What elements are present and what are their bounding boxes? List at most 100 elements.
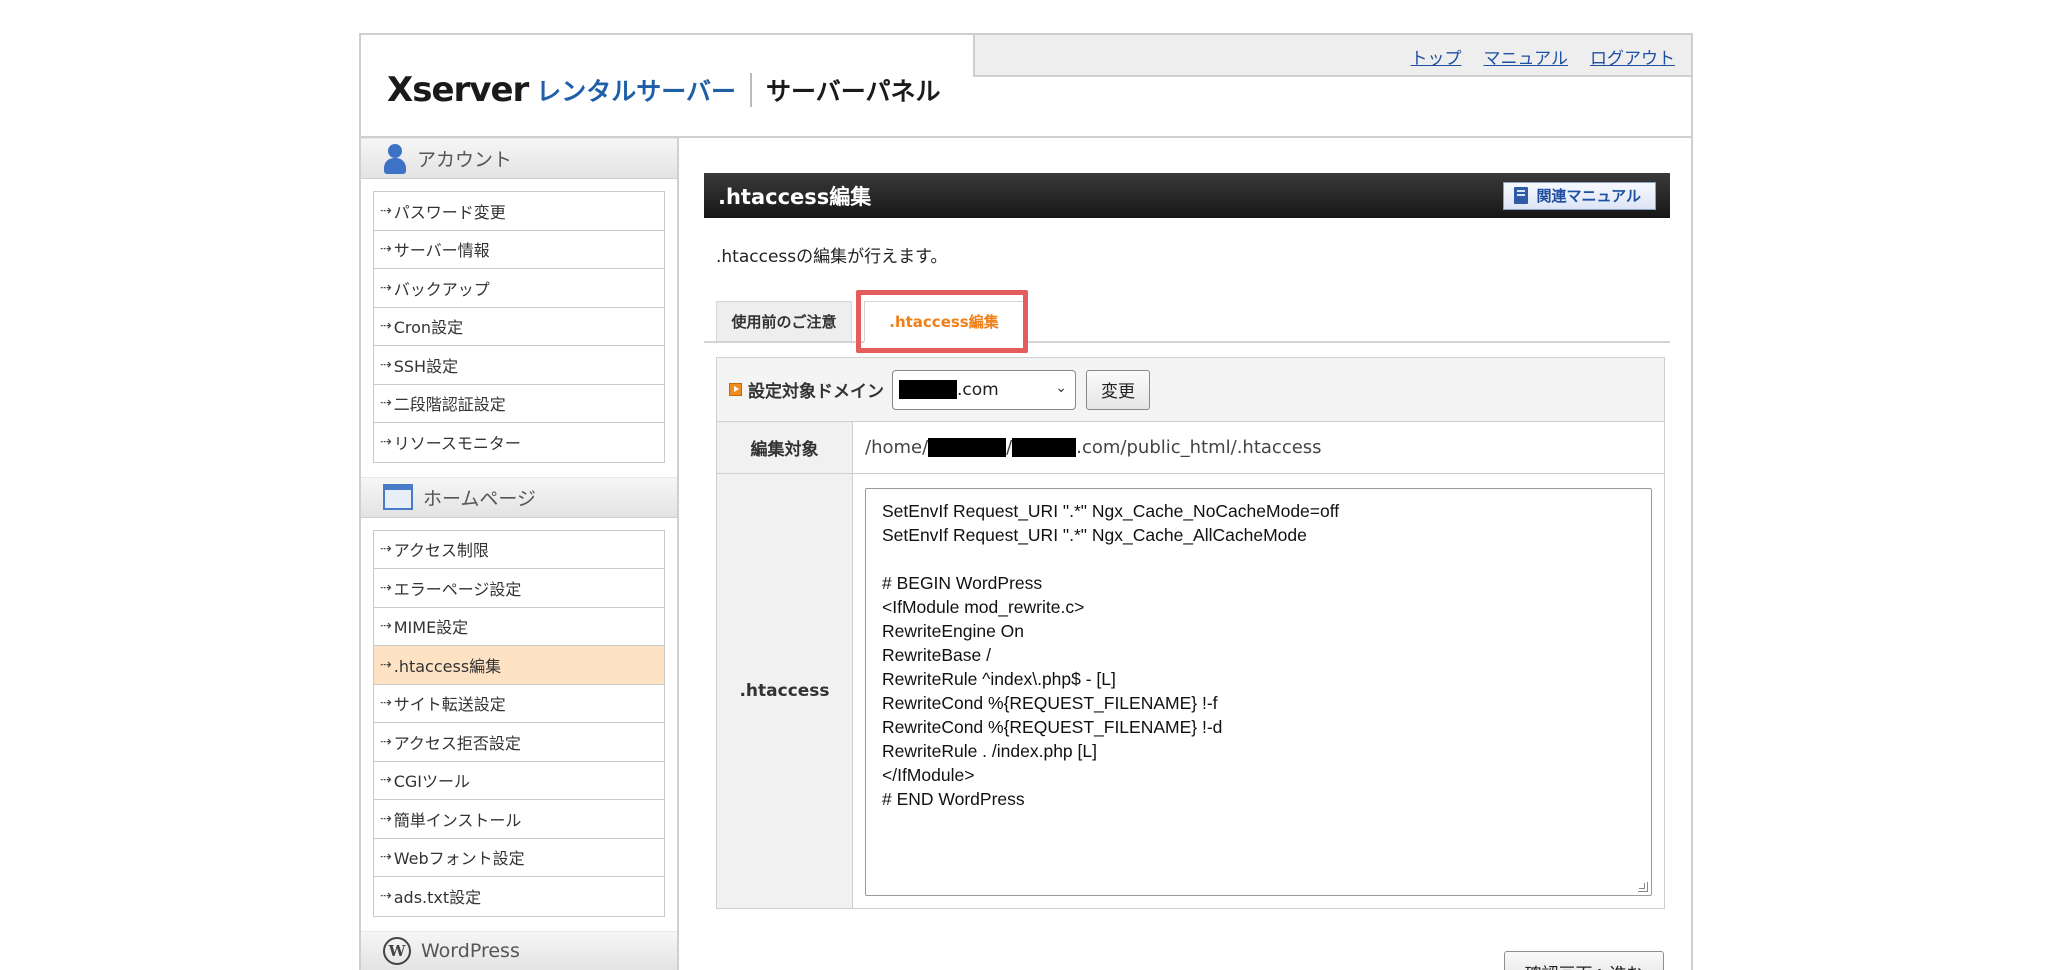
code-line: RewriteCond %{REQUEST_FILENAME} !-f bbox=[882, 693, 1218, 713]
sidebar-item-password[interactable]: ⇢ パスワード変更 bbox=[374, 192, 664, 231]
page-icon bbox=[383, 484, 413, 510]
sidebar-item-error-page[interactable]: ⇢ エラーページ設定 bbox=[374, 569, 664, 608]
sidebar-item-label: CGIツール bbox=[393, 772, 471, 792]
code-line: </IfModule> bbox=[882, 765, 975, 785]
related-manual-label: 関連マニュアル bbox=[1536, 187, 1641, 205]
sidebar-item-label: サイト転送設定 bbox=[393, 695, 506, 715]
sidebar-item-backup[interactable]: ⇢ バックアップ bbox=[374, 269, 664, 308]
path-row: 編集対象 /home/ / .com/public_html/.htaccess bbox=[717, 422, 1664, 474]
htaccess-textarea[interactable]: SetEnvIf Request_URI ".*" Ngx_Cache_NoCa… bbox=[865, 488, 1652, 896]
arrow-icon: ⇢ bbox=[380, 356, 392, 373]
sidebar-item-cron[interactable]: ⇢ Cron設定 bbox=[374, 307, 664, 346]
htaccess-label: .htaccess bbox=[717, 474, 853, 908]
section-title: ホームページ bbox=[423, 487, 537, 510]
book-icon bbox=[1514, 187, 1529, 204]
nav-link-top[interactable]: トップ bbox=[1411, 44, 1462, 69]
sidebar-item-access-limit[interactable]: ⇢ アクセス制限 bbox=[374, 530, 664, 569]
change-button[interactable]: 変更 bbox=[1086, 369, 1150, 410]
xserver-logo[interactable]: Xserver レンタルサーバー サーバーパネル bbox=[387, 65, 941, 115]
tab-bar: 使用前のご注意 .htaccess編集 bbox=[704, 290, 1670, 353]
header: Xserver レンタルサーバー サーバーパネル トップ マニュアル ログアウト bbox=[361, 35, 1691, 138]
sidebar-item-label: バックアップ bbox=[393, 279, 490, 299]
sidebar-item-label: アクセス制限 bbox=[393, 541, 489, 561]
sidebar-section-homepage: ホームページ bbox=[361, 476, 677, 518]
arrow-icon: ⇢ bbox=[380, 849, 392, 866]
sidebar-item-htaccess[interactable]: ⇢ .htaccess編集 bbox=[374, 646, 664, 685]
arrow-icon: ⇢ bbox=[380, 279, 392, 296]
sidebar-item-2fa[interactable]: ⇢ 二段階認証設定 bbox=[374, 384, 664, 423]
domain-label: 設定対象ドメイン bbox=[748, 382, 884, 402]
sidebar-item-resource-monitor[interactable]: ⇢ リソースモニター bbox=[374, 423, 664, 462]
code-line: SetEnvIf Request_URI ".*" Ngx_Cache_AllC… bbox=[882, 525, 1307, 545]
tab-htaccess-edit[interactable]: .htaccess編集 bbox=[864, 301, 1024, 343]
sidebar-section-wordpress: W WordPress bbox=[361, 930, 677, 970]
redacted-block bbox=[899, 380, 957, 399]
page-description: .htaccessの編集が行えます。 bbox=[716, 247, 948, 267]
htaccess-row: .htaccess SetEnvIf Request_URI ".*" Ngx_… bbox=[717, 474, 1664, 908]
sidebar-item-web-font[interactable]: ⇢ Webフォント設定 bbox=[374, 838, 664, 877]
redacted-block bbox=[1012, 438, 1077, 457]
sidebar-item-label: MIME設定 bbox=[393, 618, 469, 638]
sidebar-item-label: .htaccess編集 bbox=[393, 656, 502, 676]
domain-select[interactable]: .com ⌄ bbox=[892, 369, 1076, 410]
sidebar-section-account: アカウント bbox=[361, 138, 677, 179]
arrow-icon: ⇢ bbox=[380, 202, 392, 219]
confirm-button[interactable]: 確認画面へ進む bbox=[1504, 951, 1664, 970]
code-line: # END WordPress bbox=[882, 789, 1025, 809]
orange-arrow-icon bbox=[729, 383, 742, 396]
wordpress-icon: W bbox=[383, 937, 411, 965]
sidebar-item-ads-txt[interactable]: ⇢ ads.txt設定 bbox=[374, 877, 664, 916]
arrow-icon: ⇢ bbox=[380, 888, 392, 905]
sidebar-item-label: リソースモニター bbox=[393, 434, 521, 454]
arrow-icon: ⇢ bbox=[380, 733, 392, 750]
sidebar-item-access-deny[interactable]: ⇢ アクセス拒否設定 bbox=[374, 723, 664, 762]
logo-main: Xserver bbox=[387, 70, 529, 110]
domain-select-value: .com bbox=[957, 379, 999, 400]
arrow-icon: ⇢ bbox=[380, 579, 392, 596]
page-title: .htaccess編集 bbox=[718, 184, 872, 209]
domain-row: 設定対象ドメイン .com ⌄ 変更 bbox=[717, 358, 1664, 422]
code-line: RewriteBase / bbox=[882, 645, 991, 665]
resize-grip-icon[interactable] bbox=[1638, 882, 1648, 892]
sidebar-item-easy-install[interactable]: ⇢ 簡単インストール bbox=[374, 800, 664, 839]
edit-panel: 設定対象ドメイン .com ⌄ 変更 編集対象 /home/ / .com/pu… bbox=[716, 357, 1665, 909]
section-title: アカウント bbox=[417, 149, 513, 171]
top-nav: トップ マニュアル ログアウト bbox=[973, 35, 1691, 77]
sidebar-item-ssh[interactable]: ⇢ SSH設定 bbox=[374, 346, 664, 385]
code-line: RewriteRule . /index.php [L] bbox=[882, 741, 1097, 761]
path-prefix: /home/ bbox=[865, 437, 929, 458]
sidebar-item-cgi-tools[interactable]: ⇢ CGIツール bbox=[374, 761, 664, 800]
section-title: WordPress bbox=[421, 940, 520, 962]
code-line: RewriteEngine On bbox=[882, 621, 1025, 641]
sidebar-item-label: エラーページ設定 bbox=[393, 579, 522, 599]
sidebar-item-label: パスワード変更 bbox=[393, 202, 506, 222]
code-line: RewriteRule ^index\.php$ - [L] bbox=[882, 669, 1116, 689]
main-content: .htaccess編集 関連マニュアル .htaccessの編集が行えます。 使… bbox=[704, 173, 1670, 970]
person-icon bbox=[383, 143, 407, 174]
sidebar-item-server-info[interactable]: ⇢ サーバー情報 bbox=[374, 230, 664, 269]
related-manual-button[interactable]: 関連マニュアル bbox=[1503, 181, 1656, 210]
path-value: /home/ / .com/public_html/.htaccess bbox=[853, 422, 1664, 473]
arrow-icon: ⇢ bbox=[380, 810, 392, 827]
arrow-icon: ⇢ bbox=[380, 318, 392, 335]
arrow-icon: ⇢ bbox=[380, 434, 392, 451]
account-menu: ⇢ パスワード変更 ⇢ サーバー情報 ⇢ バックアップ ⇢ Cron設定 ⇢ SSH設定 … bbox=[373, 191, 665, 463]
sidebar-item-label: SSH設定 bbox=[393, 356, 459, 376]
nav-link-manual[interactable]: マニュアル bbox=[1484, 44, 1569, 69]
path-suffix: .com/public_html/.htaccess bbox=[1076, 437, 1322, 458]
logo-sub: レンタルサーバー bbox=[536, 77, 737, 106]
arrow-icon: ⇢ bbox=[380, 541, 392, 558]
page-titlebar: .htaccess編集 関連マニュアル bbox=[704, 173, 1670, 218]
sidebar-item-mime[interactable]: ⇢ MIME設定 bbox=[374, 607, 664, 646]
arrow-icon: ⇢ bbox=[380, 395, 392, 412]
sidebar-item-site-redirect[interactable]: ⇢ サイト転送設定 bbox=[374, 684, 664, 723]
arrow-icon: ⇢ bbox=[380, 656, 392, 673]
sidebar-item-label: 二段階認証設定 bbox=[393, 395, 506, 415]
logo-panel-text: サーバーパネル bbox=[766, 77, 941, 106]
sidebar-item-label: アクセス拒否設定 bbox=[393, 733, 521, 753]
sidebar-item-label: ads.txt設定 bbox=[393, 888, 482, 908]
nav-link-logout[interactable]: ログアウト bbox=[1590, 44, 1675, 69]
arrow-icon: ⇢ bbox=[380, 695, 392, 712]
tab-precautions[interactable]: 使用前のご注意 bbox=[716, 301, 852, 343]
